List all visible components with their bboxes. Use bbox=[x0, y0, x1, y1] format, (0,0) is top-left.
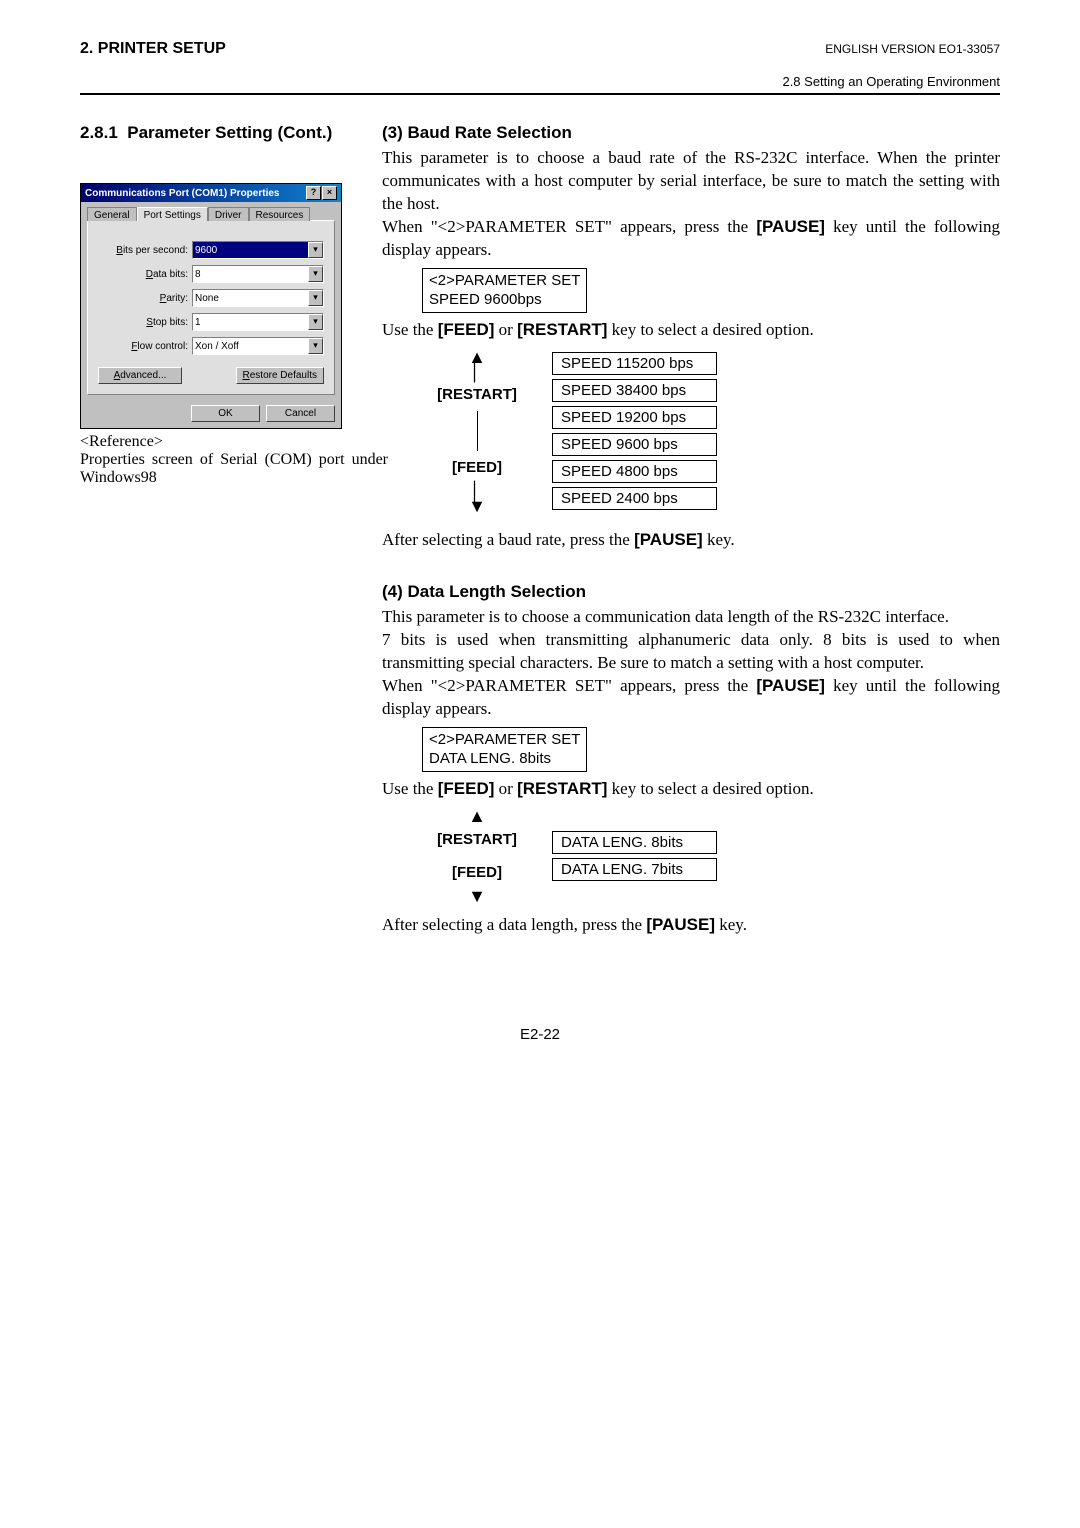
feed-key: [FEED] bbox=[438, 779, 495, 798]
close-icon[interactable]: × bbox=[322, 186, 337, 200]
cancel-button[interactable]: Cancel bbox=[266, 405, 335, 422]
tab-resources[interactable]: Resources bbox=[249, 207, 311, 221]
datalen-option: DATA LENG. 8bits bbox=[552, 831, 717, 854]
baud-rate-para1: This parameter is to choose a baud rate … bbox=[382, 147, 1000, 216]
parity-label: Parity: bbox=[98, 293, 188, 304]
baud-rate-para2: When "<2>PARAMETER SET" appears, press t… bbox=[382, 216, 1000, 262]
pause-key: [PAUSE] bbox=[646, 915, 715, 934]
doc-version: ENGLISH VERSION EO1-33057 bbox=[825, 42, 1000, 56]
ok-button[interactable]: OK bbox=[191, 405, 260, 422]
left-heading: 2.8.1 Parameter Setting (Cont.) bbox=[80, 123, 350, 143]
data-length-para2: 7 bits is used when transmitting alphanu… bbox=[382, 629, 1000, 675]
flow-label: Flow control: bbox=[98, 341, 188, 352]
speed-option: SPEED 115200 bps bbox=[552, 352, 717, 375]
speed-option: SPEED 4800 bps bbox=[552, 460, 717, 483]
header-rule bbox=[80, 93, 1000, 95]
chevron-down-icon[interactable]: ▾ bbox=[308, 266, 323, 282]
pause-key: [PAUSE] bbox=[756, 676, 825, 695]
pause-key: [PAUSE] bbox=[634, 530, 703, 549]
speed-option: SPEED 2400 bps bbox=[552, 487, 717, 510]
parity-select[interactable]: None▾ bbox=[192, 289, 324, 307]
tab-port-settings[interactable]: Port Settings bbox=[137, 207, 208, 221]
bps-select[interactable]: 9600▾ bbox=[192, 241, 324, 259]
caption-body: Properties screen of Serial (COM) port u… bbox=[80, 451, 388, 486]
restore-defaults-button[interactable]: Restore Defaults bbox=[236, 367, 325, 384]
databits-label: Data bits: bbox=[98, 269, 188, 280]
tab-driver[interactable]: Driver bbox=[208, 207, 249, 221]
restart-key: [RESTART] bbox=[517, 320, 607, 339]
chapter-title: 2. PRINTER SETUP bbox=[80, 40, 226, 58]
dialog-titlebar: Communications Port (COM1) Properties ? … bbox=[81, 184, 341, 202]
feed-key: [FEED] bbox=[438, 320, 495, 339]
restart-key: [RESTART] bbox=[517, 779, 607, 798]
data-length-after: After selecting a data length, press the… bbox=[382, 914, 1000, 937]
baud-rate-use: Use the [FEED] or [RESTART] key to selec… bbox=[382, 319, 1000, 342]
data-length-use: Use the [FEED] or [RESTART] key to selec… bbox=[382, 778, 1000, 801]
chevron-down-icon[interactable]: ▾ bbox=[308, 242, 323, 258]
data-length-para3: When "<2>PARAMETER SET" appears, press t… bbox=[382, 675, 1000, 721]
feed-label: [FEED] bbox=[452, 459, 502, 476]
data-length-heading: (4) Data Length Selection bbox=[382, 582, 1000, 602]
baud-rate-options: ▲│ [RESTART] [FEED] │▼ SPEED 115200 bps … bbox=[422, 350, 1000, 514]
databits-select[interactable]: 8▾ bbox=[192, 265, 324, 283]
arrow-up-icon: ▲│ bbox=[468, 350, 486, 379]
section-path: 2.8 Setting an Operating Environment bbox=[80, 74, 1000, 89]
advanced-button[interactable]: Advanced... bbox=[98, 367, 182, 384]
datalen-option: DATA LENG. 7bits bbox=[552, 858, 717, 881]
page-number: E2-22 bbox=[80, 1026, 1000, 1043]
chevron-down-icon[interactable]: ▾ bbox=[308, 338, 323, 354]
data-length-para1: This parameter is to choose a communicat… bbox=[382, 606, 1000, 629]
lcd-display-baud: <2>PARAMETER SET SPEED 9600bps bbox=[422, 268, 587, 313]
stopbits-label: Stop bits: bbox=[98, 317, 188, 328]
dialog-tabs: General Port Settings Driver Resources bbox=[87, 206, 335, 220]
caption-reference: <Reference> bbox=[80, 433, 163, 450]
restart-label: [RESTART] bbox=[437, 386, 517, 403]
restart-label: [RESTART] bbox=[437, 831, 517, 848]
tab-general[interactable]: General bbox=[87, 207, 137, 221]
baud-rate-heading: (3) Baud Rate Selection bbox=[382, 123, 1000, 143]
chevron-down-icon[interactable]: ▾ bbox=[308, 290, 323, 306]
stopbits-select[interactable]: 1▾ bbox=[192, 313, 324, 331]
chevron-down-icon[interactable]: ▾ bbox=[308, 314, 323, 330]
baud-rate-after: After selecting a baud rate, press the [… bbox=[382, 529, 1000, 552]
feed-label: [FEED] bbox=[452, 864, 502, 881]
dialog-panel: Bits per second: 9600▾ Data bits: 8▾ Par… bbox=[87, 220, 335, 395]
flow-select[interactable]: Xon / Xoff▾ bbox=[192, 337, 324, 355]
com-port-properties-dialog: Communications Port (COM1) Properties ? … bbox=[80, 183, 342, 429]
arrow-down-icon: ▼ bbox=[468, 889, 486, 903]
data-length-options: ▲ [RESTART] [FEED] ▼ DATA LENG. 8bits DA… bbox=[422, 809, 1000, 904]
speed-option: SPEED 38400 bps bbox=[552, 379, 717, 402]
arrow-down-icon: │▼ bbox=[468, 484, 486, 513]
arrow-up-icon: ▲ bbox=[468, 809, 486, 823]
lcd-display-datalen: <2>PARAMETER SET DATA LENG. 8bits bbox=[422, 727, 587, 772]
pause-key: [PAUSE] bbox=[756, 217, 825, 236]
speed-option: SPEED 19200 bps bbox=[552, 406, 717, 429]
speed-option: SPEED 9600 bps bbox=[552, 433, 717, 456]
heading-text: Parameter Setting (Cont.) bbox=[127, 123, 332, 142]
bps-label: Bits per second: bbox=[98, 245, 188, 256]
help-icon[interactable]: ? bbox=[306, 186, 321, 200]
dialog-title: Communications Port (COM1) Properties bbox=[85, 188, 279, 199]
heading-number: 2.8.1 bbox=[80, 123, 118, 142]
